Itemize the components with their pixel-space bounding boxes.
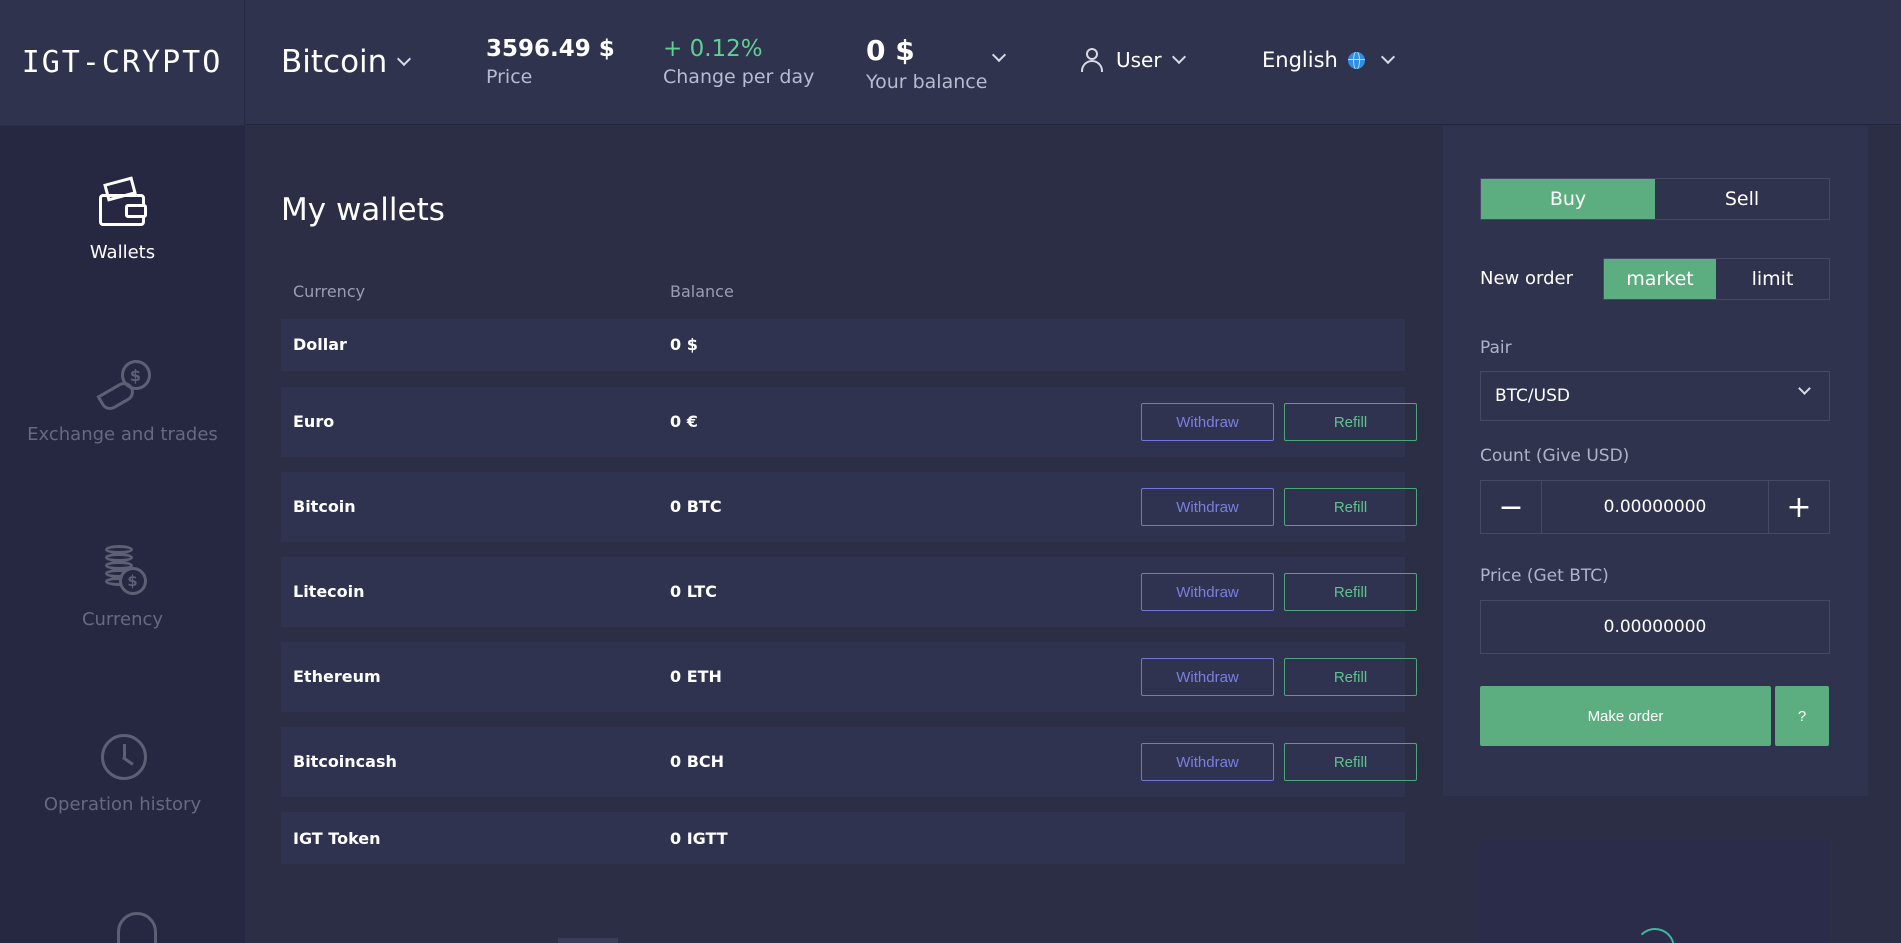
count-input[interactable]: 0.00000000 bbox=[1542, 481, 1768, 533]
clock-history-icon bbox=[95, 728, 151, 784]
table-row: Ethereum 0 ETH Withdraw Refill bbox=[281, 642, 1417, 712]
language-label: English bbox=[1262, 48, 1338, 72]
app-logo[interactable]: IGT-CRYPTO bbox=[22, 45, 223, 80]
refill-button[interactable]: Refill bbox=[1284, 403, 1417, 441]
horizontal-scrollbar[interactable] bbox=[558, 938, 618, 943]
table-row: Dollar 0 $ bbox=[281, 319, 1405, 371]
change-label: Change per day bbox=[663, 66, 815, 88]
language-menu[interactable]: English bbox=[1262, 48, 1395, 72]
balance-stat[interactable]: 0 $ Your balance bbox=[866, 34, 987, 93]
count-label: Count (Give USD) bbox=[1480, 446, 1630, 466]
currency-name: Litecoin bbox=[293, 582, 365, 601]
price-value: 3596.49 $ bbox=[486, 36, 615, 62]
chevron-down-icon bbox=[1380, 49, 1395, 65]
withdraw-button[interactable]: Withdraw bbox=[1141, 658, 1274, 696]
price-stat: 3596.49 $ Price bbox=[486, 36, 615, 88]
user-icon bbox=[1080, 48, 1104, 72]
currency-balance: 0 BTC bbox=[670, 497, 722, 516]
currency-name: Ethereum bbox=[293, 667, 381, 686]
coin-select-value: Bitcoin bbox=[281, 44, 388, 80]
wallet-icon bbox=[95, 176, 151, 232]
pair-value: BTC/USD bbox=[1495, 386, 1570, 406]
sidebar-item-currency[interactable]: $ Currency bbox=[0, 543, 245, 630]
user-label: User bbox=[1116, 48, 1162, 72]
balance-label: Your balance bbox=[866, 71, 988, 93]
currency-name: Bitcoincash bbox=[293, 752, 397, 771]
decrement-button[interactable]: − bbox=[1481, 481, 1542, 533]
change-stat: + 0.12% Change per day bbox=[663, 36, 814, 88]
main-content: My wallets Currency Balance Dollar 0 $ E… bbox=[245, 126, 1443, 943]
page-title: My wallets bbox=[281, 192, 445, 228]
table-row: Litecoin 0 LTC Withdraw Refill bbox=[281, 557, 1417, 627]
refill-button[interactable]: Refill bbox=[1284, 573, 1417, 611]
currency-balance: 0 $ bbox=[670, 335, 698, 354]
withdraw-button[interactable]: Withdraw bbox=[1141, 573, 1274, 611]
table-row: IGT Token 0 IGTT bbox=[281, 812, 1405, 864]
order-type-toggle: market limit bbox=[1603, 258, 1830, 300]
price-input[interactable]: 0.00000000 bbox=[1480, 600, 1830, 654]
change-value: + 0.12% bbox=[663, 36, 763, 62]
table-row: Euro 0 € Withdraw Refill bbox=[281, 387, 1417, 457]
sidebar-item-label: Wallets bbox=[89, 242, 156, 263]
withdraw-button[interactable]: Withdraw bbox=[1141, 743, 1274, 781]
new-order-label: New order bbox=[1480, 268, 1573, 289]
chevron-down-icon bbox=[1171, 49, 1186, 65]
table-row: Bitcoin 0 BTC Withdraw Refill bbox=[281, 472, 1417, 542]
buy-tab[interactable]: Buy bbox=[1481, 179, 1655, 219]
sidebar-item-history[interactable]: Operation history bbox=[0, 728, 245, 815]
sidebar-item-wallets[interactable]: Wallets bbox=[0, 176, 245, 263]
column-header-currency: Currency bbox=[293, 282, 366, 301]
sidebar-item-label: Operation history bbox=[43, 794, 202, 815]
user-menu[interactable]: User bbox=[1080, 48, 1186, 72]
market-tab[interactable]: market bbox=[1604, 259, 1716, 299]
limit-tab[interactable]: limit bbox=[1716, 259, 1829, 299]
refill-button[interactable]: Refill bbox=[1284, 488, 1417, 526]
chevron-down-icon bbox=[1798, 382, 1811, 395]
currency-balance: 0 € bbox=[670, 412, 698, 431]
withdraw-button[interactable]: Withdraw bbox=[1141, 488, 1274, 526]
sell-tab[interactable]: Sell bbox=[1655, 179, 1829, 219]
buy-sell-toggle: Buy Sell bbox=[1480, 178, 1830, 220]
currency-name: Bitcoin bbox=[293, 497, 356, 516]
price-field-label: Price (Get BTC) bbox=[1480, 566, 1609, 586]
currency-balance: 0 IGTT bbox=[670, 829, 728, 848]
price-label: Price bbox=[486, 66, 533, 88]
withdraw-button[interactable]: Withdraw bbox=[1141, 403, 1274, 441]
top-header: IGT-CRYPTO Bitcoin 3596.49 $ Price + 0.1… bbox=[0, 0, 1901, 125]
chart-card bbox=[1480, 840, 1830, 943]
balance-value: 0 $ bbox=[866, 34, 915, 67]
sidebar-item-label: Exchange and trades bbox=[27, 424, 218, 445]
coin-stack-icon: $ bbox=[95, 543, 151, 599]
help-button[interactable]: ? bbox=[1775, 686, 1829, 746]
pair-select[interactable]: BTC/USD bbox=[1480, 371, 1830, 421]
pair-label: Pair bbox=[1480, 338, 1512, 358]
table-row: Bitcoincash 0 BCH Withdraw Refill bbox=[281, 727, 1417, 797]
sidebar-item-exchange[interactable]: $ Exchange and trades bbox=[0, 358, 245, 445]
currency-name: IGT Token bbox=[293, 829, 381, 848]
refill-button[interactable]: Refill bbox=[1284, 743, 1417, 781]
currency-balance: 0 ETH bbox=[670, 667, 722, 686]
loading-spinner-icon bbox=[1635, 928, 1675, 943]
coin-select-dropdown[interactable]: Bitcoin bbox=[281, 44, 412, 80]
logo-container[interactable]: IGT-CRYPTO bbox=[0, 0, 245, 125]
increment-button[interactable]: + bbox=[1768, 481, 1829, 533]
make-order-button[interactable]: Make order bbox=[1480, 686, 1771, 746]
sidebar-item-label: Currency bbox=[81, 609, 164, 630]
balance-chevron-down-icon[interactable] bbox=[991, 47, 1007, 63]
hand-coin-icon: $ bbox=[95, 358, 151, 414]
globe-icon bbox=[1347, 51, 1365, 69]
column-header-balance: Balance bbox=[670, 282, 734, 301]
count-stepper: − 0.00000000 + bbox=[1480, 480, 1830, 534]
chevron-down-icon bbox=[397, 51, 412, 67]
currency-name: Dollar bbox=[293, 335, 347, 354]
sidebar: Wallets $ Exchange and trades $ Currency… bbox=[0, 126, 245, 943]
order-panel: Buy Sell New order market limit Pair BTC… bbox=[1443, 126, 1868, 796]
currency-balance: 0 LTC bbox=[670, 582, 717, 601]
currency-name: Euro bbox=[293, 412, 335, 431]
refill-button[interactable]: Refill bbox=[1284, 658, 1417, 696]
currency-balance: 0 BCH bbox=[670, 752, 725, 771]
